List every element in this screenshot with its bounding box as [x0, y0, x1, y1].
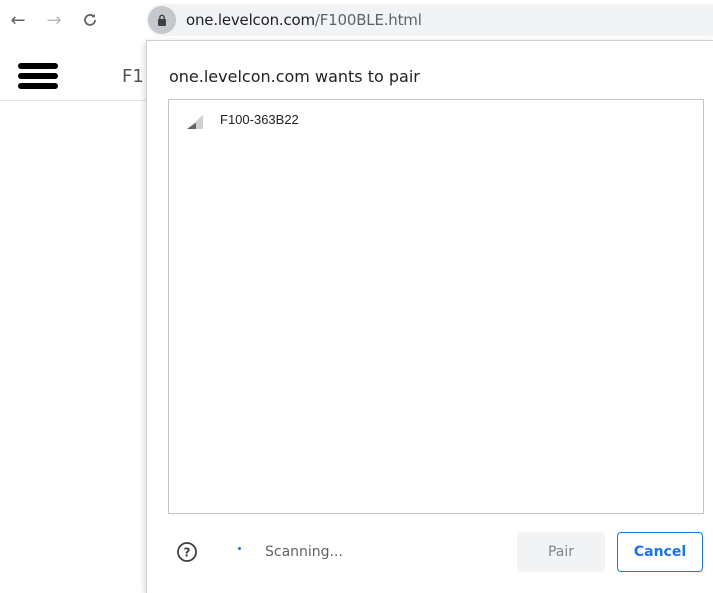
url-path: /F100BLE.html	[314, 11, 422, 29]
lock-icon	[158, 14, 166, 26]
reload-button[interactable]	[78, 8, 102, 32]
pair-button[interactable]: Pair	[517, 532, 605, 572]
help-button[interactable]: ?	[176, 541, 198, 563]
device-list[interactable]: F100-363B22	[168, 99, 704, 514]
menu-button[interactable]	[18, 63, 58, 89]
page-title: F1	[122, 66, 144, 87]
chooser-title: one.levelcon.com wants to pair	[169, 67, 420, 86]
back-button[interactable]: ←	[6, 8, 30, 32]
signal-strength-icon	[187, 115, 203, 129]
address-bar[interactable]: one.levelcon.com/F100BLE.html	[146, 4, 713, 36]
url-text: one.levelcon.com/F100BLE.html	[186, 11, 422, 29]
scanning-status: Scanning...	[265, 544, 343, 560]
svg-text:?: ?	[184, 546, 191, 560]
device-name: F100-363B22	[220, 112, 299, 127]
browser-toolbar: ← → one.levelcon.com/F100BLE.html	[0, 0, 713, 40]
arrow-left-icon: ←	[10, 9, 26, 31]
site-info-button[interactable]	[148, 6, 176, 34]
help-icon: ?	[177, 542, 197, 562]
url-host: one.levelcon.com	[186, 11, 315, 29]
forward-button[interactable]: →	[42, 8, 66, 32]
device-list-item[interactable]: F100-363B22	[169, 108, 703, 132]
reload-icon	[84, 13, 96, 26]
bluetooth-chooser-dialog: one.levelcon.com wants to pair F100-363B…	[146, 40, 713, 593]
scanning-spinner-icon	[238, 547, 241, 550]
cancel-button[interactable]: Cancel	[617, 532, 703, 572]
arrow-right-icon: →	[46, 9, 62, 31]
